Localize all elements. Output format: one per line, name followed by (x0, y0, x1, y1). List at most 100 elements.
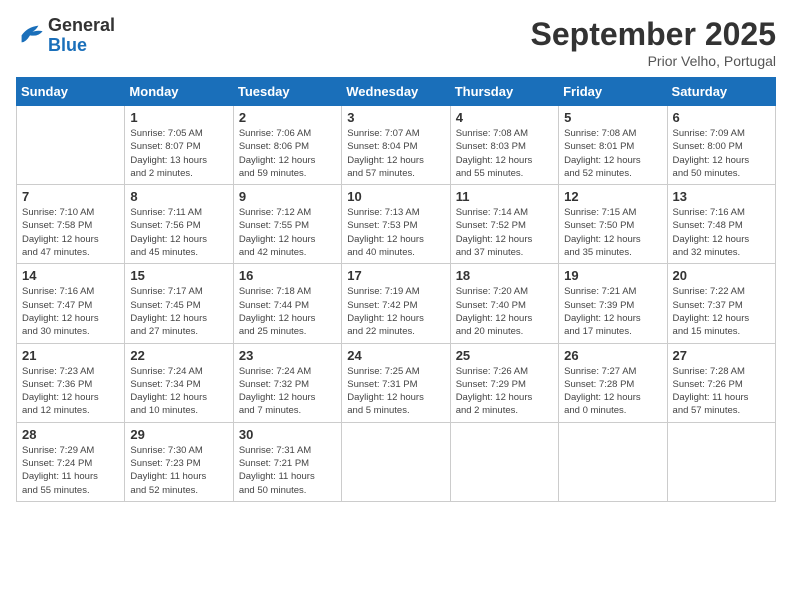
day-number: 3 (347, 110, 444, 125)
day-info: Sunrise: 7:11 AMSunset: 7:56 PMDaylight:… (130, 206, 227, 259)
day-number: 30 (239, 427, 336, 442)
day-number: 2 (239, 110, 336, 125)
day-number: 8 (130, 189, 227, 204)
calendar-week-row: 7 Sunrise: 7:10 AMSunset: 7:58 PMDaylight… (17, 185, 776, 264)
day-info: Sunrise: 7:12 AMSunset: 7:55 PMDaylight:… (239, 206, 336, 259)
logo: General Blue (16, 16, 115, 56)
day-info: Sunrise: 7:24 AMSunset: 7:32 PMDaylight:… (239, 365, 336, 418)
day-number: 10 (347, 189, 444, 204)
table-row: 9 Sunrise: 7:12 AMSunset: 7:55 PMDaylight… (233, 185, 341, 264)
table-row: 27 Sunrise: 7:28 AMSunset: 7:26 PMDayligh… (667, 343, 775, 422)
table-row: 2 Sunrise: 7:06 AMSunset: 8:06 PMDaylight… (233, 106, 341, 185)
day-info: Sunrise: 7:13 AMSunset: 7:53 PMDaylight:… (347, 206, 444, 259)
table-row (667, 422, 775, 501)
day-info: Sunrise: 7:16 AMSunset: 7:48 PMDaylight:… (673, 206, 770, 259)
day-number: 21 (22, 348, 119, 363)
day-number: 28 (22, 427, 119, 442)
day-number: 26 (564, 348, 661, 363)
day-info: Sunrise: 7:09 AMSunset: 8:00 PMDaylight:… (673, 127, 770, 180)
table-row: 15Sunrise: 7:17 AMSunset: 7:45 PMDayligh… (125, 264, 233, 343)
header-saturday: Saturday (667, 78, 775, 106)
day-info: Sunrise: 7:24 AMSunset: 7:34 PMDaylight:… (130, 365, 227, 418)
day-number: 23 (239, 348, 336, 363)
day-number: 20 (673, 268, 770, 283)
day-number: 9 (239, 189, 336, 204)
day-number: 24 (347, 348, 444, 363)
day-number: 27 (673, 348, 770, 363)
logo-blue-text: Blue (48, 35, 87, 55)
day-info: Sunrise: 7:21 AMSunset: 7:39 PMDaylight:… (564, 285, 661, 338)
day-number: 4 (456, 110, 553, 125)
day-info: Sunrise: 7:31 AMSunset: 7:21 PMDaylight:… (239, 444, 336, 497)
day-info: Sunrise: 7:27 AMSunset: 7:28 PMDaylight:… (564, 365, 661, 418)
table-row: 7 Sunrise: 7:10 AMSunset: 7:58 PMDaylight… (17, 185, 125, 264)
table-row: 8 Sunrise: 7:11 AMSunset: 7:56 PMDaylight… (125, 185, 233, 264)
table-row: 20 Sunrise: 7:22 AMSunset: 7:37 PMDayligh… (667, 264, 775, 343)
day-number: 29 (130, 427, 227, 442)
table-row: 3 Sunrise: 7:07 AMSunset: 8:04 PMDaylight… (342, 106, 450, 185)
day-info: Sunrise: 7:26 AMSunset: 7:29 PMDaylight:… (456, 365, 553, 418)
logo-general-text: General (48, 15, 115, 35)
logo-bird-icon (16, 22, 44, 46)
calendar-week-row: 21Sunrise: 7:23 AMSunset: 7:36 PMDayligh… (17, 343, 776, 422)
day-info: Sunrise: 7:17 AMSunset: 7:45 PMDaylight:… (130, 285, 227, 338)
header-tuesday: Tuesday (233, 78, 341, 106)
table-row: 16Sunrise: 7:18 AMSunset: 7:44 PMDayligh… (233, 264, 341, 343)
calendar-week-row: 1 Sunrise: 7:05 AMSunset: 8:07 PMDaylight… (17, 106, 776, 185)
day-info: Sunrise: 7:19 AMSunset: 7:42 PMDaylight:… (347, 285, 444, 338)
table-row: 14 Sunrise: 7:16 AMSunset: 7:47 PMDayligh… (17, 264, 125, 343)
day-info: Sunrise: 7:06 AMSunset: 8:06 PMDaylight:… (239, 127, 336, 180)
month-title: September 2025 (531, 16, 776, 53)
table-row (17, 106, 125, 185)
day-number: 16 (239, 268, 336, 283)
day-info: Sunrise: 7:08 AMSunset: 8:01 PMDaylight:… (564, 127, 661, 180)
table-row: 5 Sunrise: 7:08 AMSunset: 8:01 PMDaylight… (559, 106, 667, 185)
title-section: September 2025 Prior Velho, Portugal (531, 16, 776, 69)
day-number: 5 (564, 110, 661, 125)
table-row: 21Sunrise: 7:23 AMSunset: 7:36 PMDayligh… (17, 343, 125, 422)
day-info: Sunrise: 7:22 AMSunset: 7:37 PMDaylight:… (673, 285, 770, 338)
day-info: Sunrise: 7:15 AMSunset: 7:50 PMDaylight:… (564, 206, 661, 259)
day-info: Sunrise: 7:07 AMSunset: 8:04 PMDaylight:… (347, 127, 444, 180)
table-row: 28Sunrise: 7:29 AMSunset: 7:24 PMDayligh… (17, 422, 125, 501)
table-row: 25 Sunrise: 7:26 AMSunset: 7:29 PMDayligh… (450, 343, 558, 422)
day-info: Sunrise: 7:25 AMSunset: 7:31 PMDaylight:… (347, 365, 444, 418)
header-sunday: Sunday (17, 78, 125, 106)
table-row: 10 Sunrise: 7:13 AMSunset: 7:53 PMDayligh… (342, 185, 450, 264)
day-info: Sunrise: 7:20 AMSunset: 7:40 PMDaylight:… (456, 285, 553, 338)
day-number: 6 (673, 110, 770, 125)
calendar-header-row: Sunday Monday Tuesday Wednesday Thursday… (17, 78, 776, 106)
day-number: 25 (456, 348, 553, 363)
header-wednesday: Wednesday (342, 78, 450, 106)
table-row: 22 Sunrise: 7:24 AMSunset: 7:34 PMDayligh… (125, 343, 233, 422)
day-info: Sunrise: 7:14 AMSunset: 7:52 PMDaylight:… (456, 206, 553, 259)
day-number: 18 (456, 268, 553, 283)
table-row: 13Sunrise: 7:16 AMSunset: 7:48 PMDayligh… (667, 185, 775, 264)
table-row (450, 422, 558, 501)
header-monday: Monday (125, 78, 233, 106)
table-row: 24 Sunrise: 7:25 AMSunset: 7:31 PMDayligh… (342, 343, 450, 422)
day-number: 14 (22, 268, 119, 283)
day-number: 1 (130, 110, 227, 125)
day-info: Sunrise: 7:30 AMSunset: 7:23 PMDaylight:… (130, 444, 227, 497)
day-info: Sunrise: 7:16 AMSunset: 7:47 PMDaylight:… (22, 285, 119, 338)
header-thursday: Thursday (450, 78, 558, 106)
day-number: 7 (22, 189, 119, 204)
day-number: 17 (347, 268, 444, 283)
day-info: Sunrise: 7:10 AMSunset: 7:58 PMDaylight:… (22, 206, 119, 259)
table-row: 19 Sunrise: 7:21 AMSunset: 7:39 PMDayligh… (559, 264, 667, 343)
day-number: 19 (564, 268, 661, 283)
table-row: 4 Sunrise: 7:08 AMSunset: 8:03 PMDaylight… (450, 106, 558, 185)
day-info: Sunrise: 7:28 AMSunset: 7:26 PMDaylight:… (673, 365, 770, 418)
day-number: 22 (130, 348, 227, 363)
day-info: Sunrise: 7:08 AMSunset: 8:03 PMDaylight:… (456, 127, 553, 180)
table-row: 18 Sunrise: 7:20 AMSunset: 7:40 PMDayligh… (450, 264, 558, 343)
day-number: 12 (564, 189, 661, 204)
table-row: 17 Sunrise: 7:19 AMSunset: 7:42 PMDayligh… (342, 264, 450, 343)
table-row: 1 Sunrise: 7:05 AMSunset: 8:07 PMDaylight… (125, 106, 233, 185)
table-row (559, 422, 667, 501)
calendar-table: Sunday Monday Tuesday Wednesday Thursday… (16, 77, 776, 502)
table-row: 11Sunrise: 7:14 AMSunset: 7:52 PMDayligh… (450, 185, 558, 264)
day-info: Sunrise: 7:05 AMSunset: 8:07 PMDaylight:… (130, 127, 227, 180)
table-row: 29 Sunrise: 7:30 AMSunset: 7:23 PMDayligh… (125, 422, 233, 501)
